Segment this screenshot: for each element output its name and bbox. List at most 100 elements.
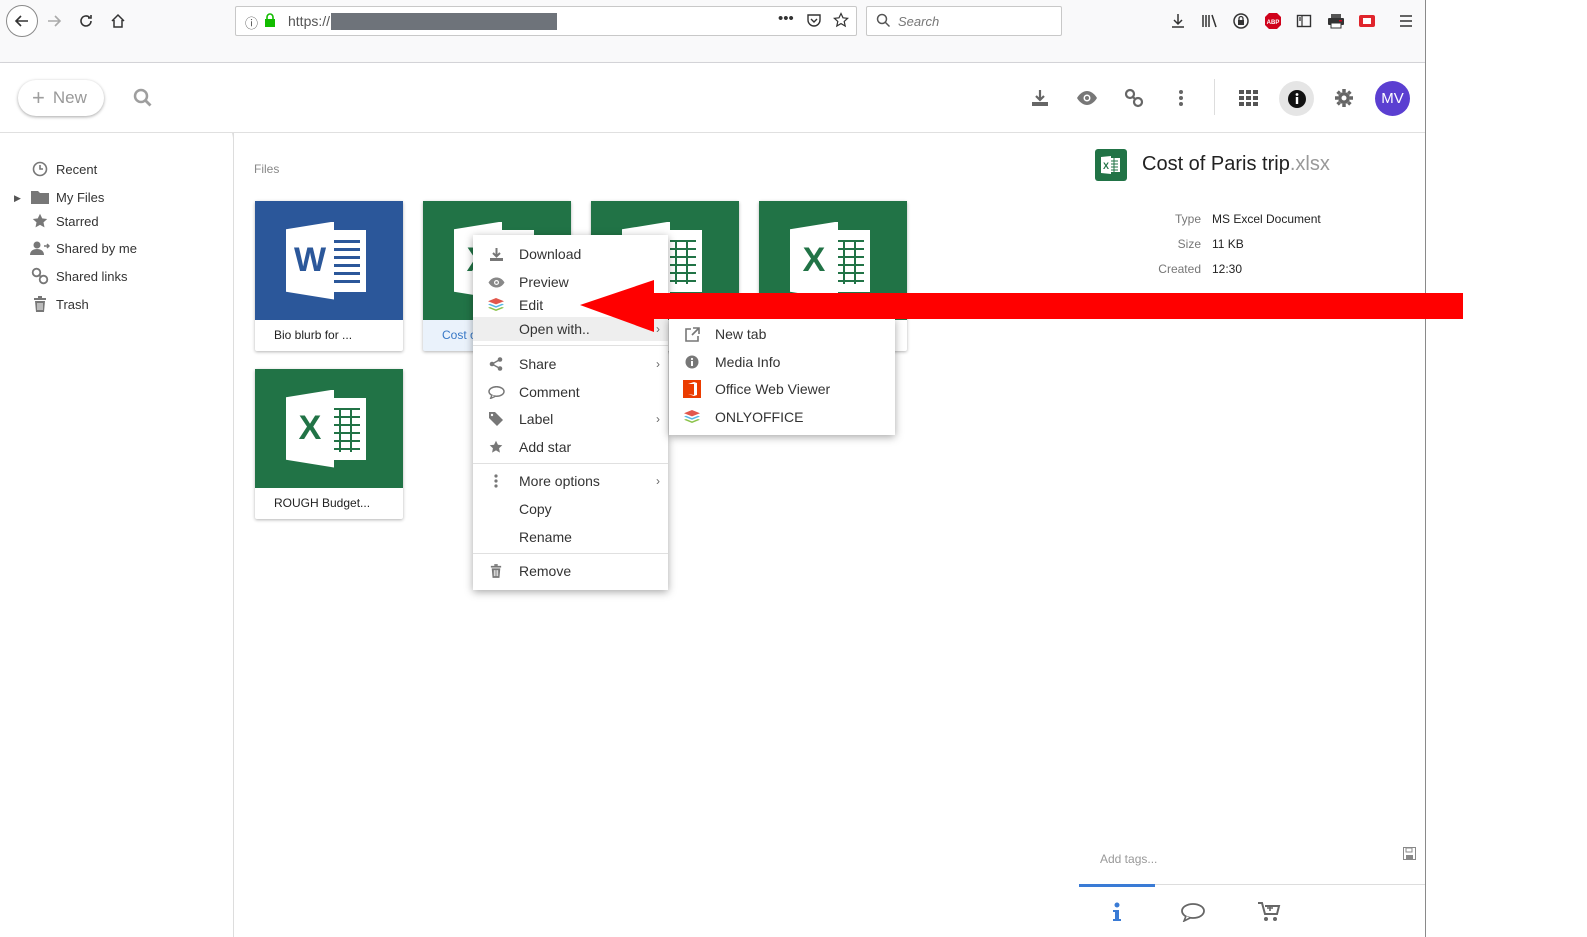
header-divider (1214, 79, 1215, 115)
share-link-icon[interactable] (1121, 85, 1147, 111)
new-button[interactable]: + New (18, 80, 104, 116)
trash-icon (30, 296, 50, 312)
details-tabs (1079, 884, 1425, 937)
excel-icon: X (1095, 149, 1127, 181)
search-icon (876, 13, 891, 28)
menu-item-add-star[interactable]: Add star (473, 435, 668, 459)
submenu-item-office-web-viewer[interactable]: Office Web Viewer (669, 377, 895, 401)
menu-item-label: Office Web Viewer (715, 381, 831, 397)
preview-eye-icon[interactable] (1074, 85, 1100, 111)
sidebar-item-label: Recent (56, 161, 98, 177)
plus-icon: + (32, 85, 45, 110)
user-avatar[interactable]: MV (1375, 81, 1410, 116)
file-tile[interactable]: W Bio blurb for ... (255, 201, 403, 351)
menu-item-more-options[interactable]: More options › (473, 469, 668, 493)
prop-created-value: 12:30 (1212, 262, 1243, 276)
sidebar-item-recent[interactable]: Recent (30, 158, 97, 180)
url-bar[interactable]: ⓘ https:// ••• (235, 6, 857, 36)
save-icon[interactable] (1403, 847, 1416, 863)
excel-file-icon: X (255, 369, 403, 488)
pocket-icon[interactable] (806, 12, 822, 28)
search-icon[interactable] (130, 85, 156, 111)
downloads-icon[interactable] (1167, 10, 1189, 32)
sidebar-item-label: Shared links (56, 268, 128, 284)
screenshot-extension-icon[interactable] (1356, 10, 1378, 32)
menu-item-label: ONLYOFFICE (715, 409, 804, 425)
download-icon (487, 247, 505, 262)
folder-icon (30, 190, 50, 204)
tab-info-icon[interactable] (1102, 899, 1132, 925)
menu-item-label: Add star (519, 439, 572, 455)
sidebar-item-trash[interactable]: Trash (30, 293, 89, 315)
adblock-icon[interactable]: ABP (1262, 10, 1284, 32)
menu-item-share[interactable]: Share › (473, 352, 668, 376)
trash-icon (487, 564, 505, 578)
tags-input[interactable]: Add tags... (1100, 852, 1157, 866)
shared-user-icon (30, 240, 50, 256)
menu-item-label: Remove (519, 563, 572, 579)
active-tab-indicator (1079, 884, 1155, 887)
more-vertical-icon[interactable] (1168, 85, 1194, 111)
forward-button[interactable] (41, 8, 67, 34)
menu-item-label: Download (519, 246, 582, 262)
reload-button[interactable] (73, 8, 99, 34)
apps-grid-icon[interactable] (1236, 85, 1262, 111)
browser-toolbar: ⓘ https:// ••• Search ABP (0, 0, 1425, 63)
forward-arrow-icon (48, 15, 62, 27)
sidebar-item-shared-by-me[interactable]: Shared by me (30, 237, 137, 259)
sidebar-item-starred[interactable]: Starred (30, 210, 99, 232)
menu-item-comment[interactable]: Comment (473, 380, 668, 404)
menu-item-label-tag[interactable]: Label › (473, 407, 668, 431)
submenu-item-media-info[interactable]: Media Info (669, 350, 895, 374)
info-icon[interactable]: ⓘ (245, 13, 258, 32)
menu-item-download[interactable]: Download (473, 242, 668, 266)
sidebar-item-shared-links[interactable]: Shared links (30, 265, 128, 287)
sidebar-item-label: Starred (56, 213, 99, 229)
menu-item-label: Comment (519, 384, 580, 400)
page-actions-icon[interactable]: ••• (778, 10, 794, 27)
menu-divider (473, 553, 668, 554)
tab-activity-cart-icon[interactable] (1254, 899, 1284, 925)
tab-comments-icon[interactable] (1178, 899, 1208, 925)
onlyoffice-icon (683, 410, 701, 424)
prop-type-label: Type (1174, 212, 1201, 226)
settings-gear-icon[interactable] (1331, 85, 1357, 111)
lock-icon (265, 13, 275, 27)
reader-sidebar-icon[interactable] (1293, 10, 1315, 32)
eye-icon (487, 277, 505, 288)
menu-divider (473, 463, 668, 464)
breadcrumb[interactable]: Files (254, 162, 279, 176)
share-icon (487, 357, 505, 371)
menu-item-label: Media Info (715, 354, 781, 370)
annotation-red-arrow (580, 280, 1463, 332)
bookmark-star-icon[interactable] (833, 12, 849, 28)
menu-hamburger-icon[interactable] (1395, 10, 1417, 32)
sidebar-item-label: My Files (56, 189, 105, 205)
file-tile[interactable]: X ROUGH Budget... (255, 369, 403, 519)
menu-item-label: Copy (519, 501, 552, 517)
menu-item-remove[interactable]: Remove (473, 559, 668, 583)
prop-type-value: MS Excel Document (1212, 212, 1321, 226)
privacy-extension-icon[interactable] (1230, 10, 1252, 32)
browser-search-input[interactable]: Search (866, 6, 1062, 36)
chevron-right-icon: › (656, 412, 660, 426)
home-button[interactable] (105, 8, 131, 34)
download-icon[interactable] (1027, 85, 1053, 111)
back-button[interactable] (6, 5, 38, 37)
library-icon[interactable] (1199, 10, 1221, 32)
url-redacted (331, 13, 557, 30)
details-toggle-button[interactable] (1279, 81, 1314, 116)
print-icon[interactable] (1325, 10, 1347, 32)
menu-item-copy[interactable]: Copy (473, 497, 668, 521)
file-title: Cost of Paris trip.xlsx (1142, 153, 1330, 176)
app-header: + New MV (0, 63, 1425, 133)
chevron-right-icon: › (656, 357, 660, 371)
menu-item-rename[interactable]: Rename (473, 525, 668, 549)
info-icon (683, 355, 701, 369)
back-arrow-icon (14, 15, 28, 27)
submenu-item-onlyoffice[interactable]: ONLYOFFICE (669, 405, 895, 429)
sidebar: Recent ▶ My Files Starred Shared by me S… (0, 133, 232, 937)
new-button-label: New (52, 88, 87, 107)
expand-caret-icon[interactable]: ▶ (14, 193, 21, 204)
sidebar-item-my-files[interactable]: My Files (30, 186, 104, 208)
